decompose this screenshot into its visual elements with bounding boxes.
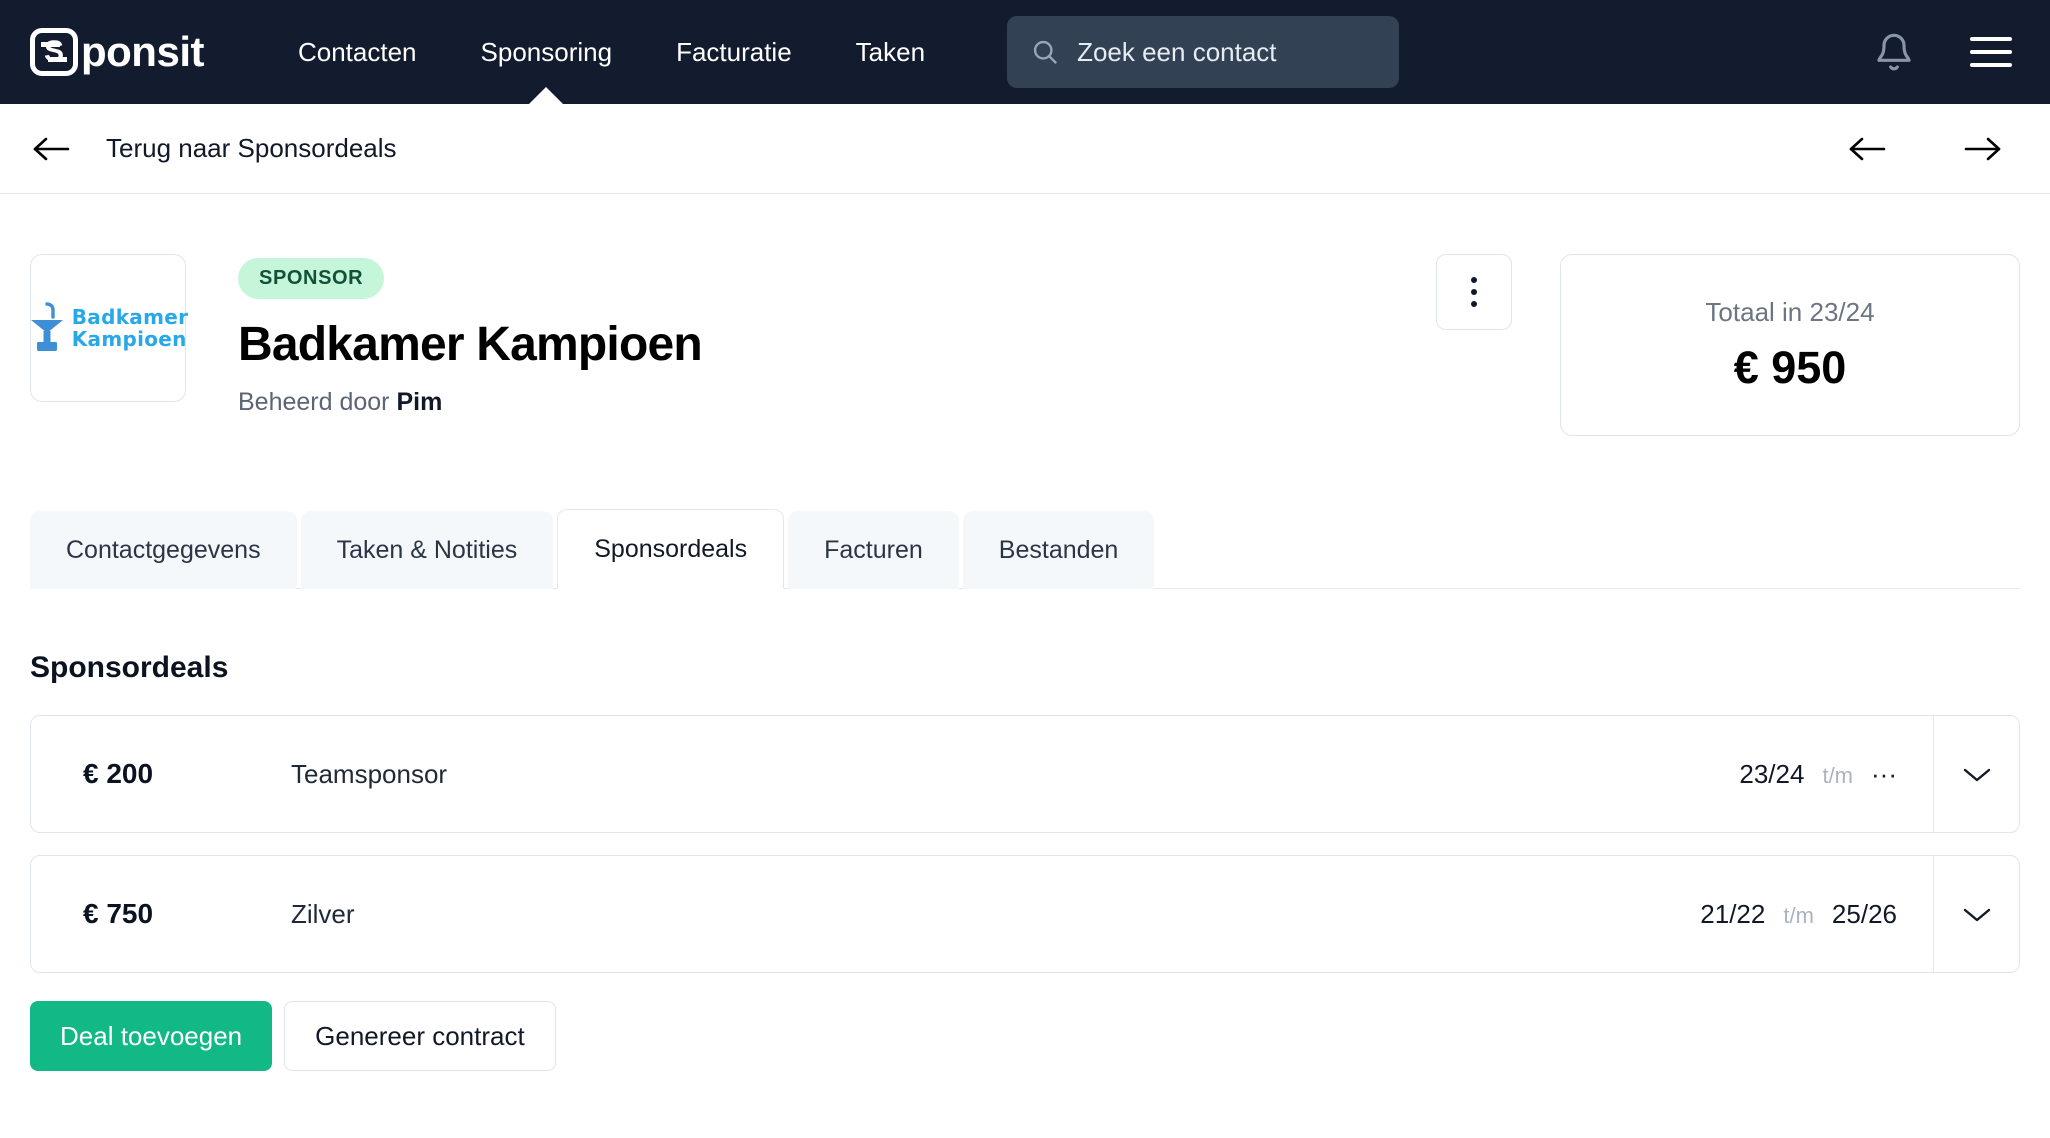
expand-deal-button[interactable] xyxy=(1933,716,2019,832)
navbar-right-actions xyxy=(1874,32,2020,72)
back-button[interactable] xyxy=(30,134,74,164)
bell-icon xyxy=(1877,33,1911,71)
expand-deal-button[interactable] xyxy=(1933,856,2019,972)
notifications-button[interactable] xyxy=(1874,32,1914,72)
search-input[interactable]: Zoek een contact xyxy=(1007,16,1400,88)
section-title: Sponsordeals xyxy=(30,651,229,684)
nav-item-contacten[interactable]: Contacten xyxy=(266,0,449,104)
primary-nav: Contacten Sponsoring Facturatie Taken xyxy=(266,0,957,104)
hamburger-bar xyxy=(1970,50,2012,54)
sponsor-logo-card: Badkamer Kampioen xyxy=(30,254,189,402)
page-title: Badkamer Kampioen xyxy=(238,318,703,371)
arrow-right-icon xyxy=(1964,137,2001,160)
contact-header: Badkamer Kampioen SPONSOR Badkamer Kampi… xyxy=(30,194,2020,436)
deal-name: Teamsponsor xyxy=(291,758,448,789)
tab-sponsordeals[interactable]: Sponsordeals xyxy=(557,509,785,589)
add-deal-button[interactable]: Deal toevoegen xyxy=(30,1001,273,1071)
logo-mark-icon: S xyxy=(30,28,78,76)
tab-facturen[interactable]: Facturen xyxy=(788,511,959,589)
action-buttons: Deal toevoegen Genereer contract xyxy=(30,1001,2020,1071)
more-options-button[interactable] xyxy=(1436,254,1512,330)
sink-icon xyxy=(30,302,63,351)
contact-header-actions: Totaal in 23/24 € 950 xyxy=(1436,254,2020,436)
deal-name: Zilver xyxy=(291,898,355,929)
managed-by-prefix: Beheerd door xyxy=(238,388,397,416)
total-label: Totaal in 23/24 xyxy=(1705,296,1875,327)
hamburger-bar xyxy=(1970,63,2012,67)
sponsor-logo-text: Badkamer Kampioen xyxy=(71,304,189,351)
tab-bestanden[interactable]: Bestanden xyxy=(962,511,1155,589)
back-label[interactable]: Terug naar Sponsordeals xyxy=(106,133,397,164)
search-placeholder: Zoek een contact xyxy=(1077,36,1277,67)
contact-header-main: SPONSOR Badkamer Kampioen Beheerd door P… xyxy=(238,254,703,417)
menu-button[interactable] xyxy=(1970,37,2012,67)
arrow-left-icon xyxy=(1849,137,1886,160)
tab-bar: Contactgegevens Taken & Notities Sponsor… xyxy=(30,508,2020,589)
deal-period: 23/24 t/m ··· xyxy=(1739,759,1933,790)
more-vertical-icon-dot xyxy=(1471,301,1477,307)
deal-amount: € 200 xyxy=(83,758,154,789)
deal-period: 21/22 t/m 25/26 xyxy=(1700,899,1933,930)
page-content: Badkamer Kampioen SPONSOR Badkamer Kampi… xyxy=(0,194,2050,1071)
managed-by-name: Pim xyxy=(396,388,443,416)
more-vertical-icon-dot xyxy=(1471,277,1477,283)
total-value: € 950 xyxy=(1733,341,1847,393)
status-badge: SPONSOR xyxy=(238,258,385,299)
nav-item-facturatie[interactable]: Facturatie xyxy=(644,0,824,104)
more-vertical-icon-dot xyxy=(1471,289,1477,295)
back-navigation-bar: Terug naar Sponsordeals xyxy=(0,104,2050,194)
tab-taken-notities[interactable]: Taken & Notities xyxy=(300,511,554,589)
hamburger-bar xyxy=(1970,37,2012,41)
deal-period-start: 21/22 xyxy=(1700,898,1766,929)
app-logo[interactable]: S ponsit xyxy=(30,28,204,76)
tab-contactgegevens[interactable]: Contactgegevens xyxy=(30,511,297,589)
deal-period-separator: t/m xyxy=(1783,902,1814,928)
nav-item-taken[interactable]: Taken xyxy=(824,0,957,104)
nav-item-sponsoring[interactable]: Sponsoring xyxy=(449,0,645,104)
previous-record-button[interactable] xyxy=(1846,134,1890,164)
chevron-down-icon xyxy=(1963,768,1990,782)
managed-by: Beheerd door Pim xyxy=(238,388,702,417)
chevron-down-icon xyxy=(1963,908,1990,922)
deal-period-start: 23/24 xyxy=(1739,758,1805,789)
logo-letter: S xyxy=(43,35,64,68)
logo-line-1: Badkamer xyxy=(71,304,189,329)
table-row[interactable]: € 200 Teamsponsor 23/24 t/m ··· xyxy=(30,715,2020,833)
deal-amount: € 750 xyxy=(83,898,154,929)
top-navbar: S ponsit Contacten Sponsoring Facturatie… xyxy=(0,0,2050,104)
deal-period-end: ··· xyxy=(1871,758,1897,789)
table-row[interactable]: € 750 Zilver 21/22 t/m 25/26 xyxy=(30,855,2020,973)
record-pagination xyxy=(1846,134,2020,164)
generate-contract-button[interactable]: Genereer contract xyxy=(284,1001,556,1071)
deal-period-separator: t/m xyxy=(1822,762,1854,788)
arrow-left-icon xyxy=(33,137,70,160)
deal-period-end: 25/26 xyxy=(1831,898,1897,929)
total-card: Totaal in 23/24 € 950 xyxy=(1560,254,2020,436)
search-icon xyxy=(1033,40,1057,64)
next-record-button[interactable] xyxy=(1960,134,2004,164)
logo-line-2: Kampioen xyxy=(71,327,187,351)
logo-wordmark: ponsit xyxy=(81,28,204,75)
